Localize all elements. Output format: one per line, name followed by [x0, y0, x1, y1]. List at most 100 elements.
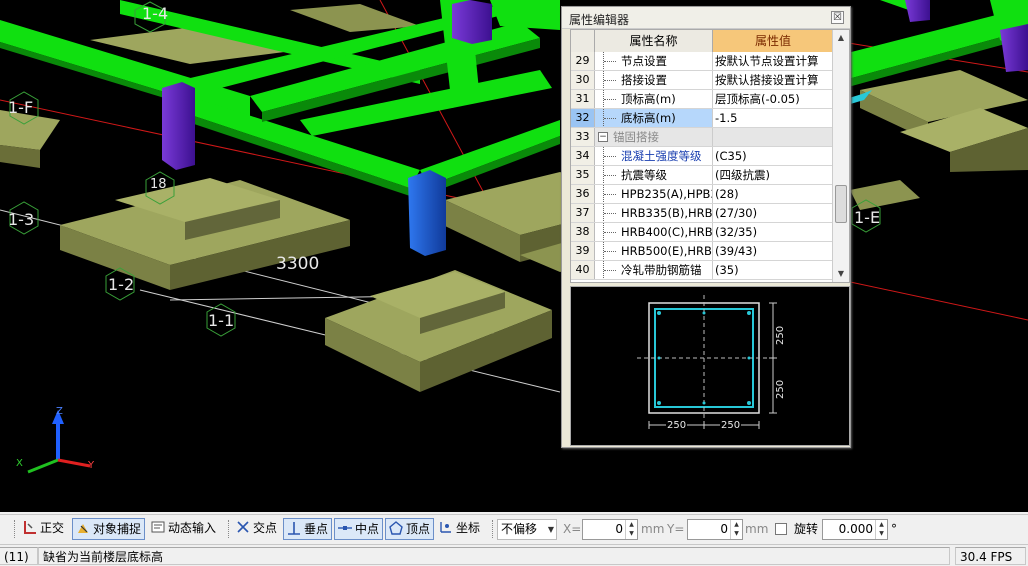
property-row[interactable]: 33− 锚固搭接: [571, 128, 833, 147]
property-row[interactable]: 30 搭接设置 按默认搭接设置计算: [571, 71, 833, 90]
property-row[interactable]: 37 HRB335(B),HRB3 (27/30): [571, 204, 833, 223]
property-row[interactable]: 38 HRB400(C),HRB4 (32/35): [571, 223, 833, 242]
row-number: 34: [571, 147, 595, 165]
row-number: 30: [571, 71, 595, 89]
dim-left: 250: [666, 420, 688, 431]
property-row[interactable]: 35 抗震等级 (四级抗震): [571, 166, 833, 185]
property-name-cell[interactable]: 底标高(m): [595, 109, 713, 127]
y-unit: mm: [745, 522, 769, 536]
vertex-icon: [389, 521, 403, 535]
x-spinner-icon[interactable]: ▲ ▼: [625, 520, 637, 539]
property-row[interactable]: 36 HPB235(A),HPB3 (28): [571, 185, 833, 204]
close-icon[interactable]: ☒: [831, 11, 844, 24]
property-grid-scrollbar[interactable]: ▲ ▼: [832, 30, 849, 282]
section-preview: 250 250 250 250: [570, 286, 850, 446]
property-name: 混凝土强度等级: [621, 149, 702, 163]
section-drawing: [637, 295, 777, 429]
property-value-cell[interactable]: [713, 128, 833, 146]
collapse-icon[interactable]: −: [598, 132, 608, 142]
intersection-snap-button[interactable]: 交点: [233, 518, 280, 540]
property-value-cell[interactable]: 按默认搭接设置计算: [713, 71, 833, 89]
tree-connector: [603, 204, 617, 222]
property-name-cell[interactable]: 混凝土强度等级: [595, 147, 713, 165]
property-value-cell[interactable]: (27/30): [713, 204, 833, 222]
scroll-up-icon[interactable]: ▲: [833, 30, 849, 46]
axis-gizmo: [27, 410, 91, 474]
scroll-thumb[interactable]: [835, 185, 847, 223]
rotate-checkbox[interactable]: [775, 523, 787, 535]
axis-label: 1-2: [108, 275, 135, 294]
vertex-snap-button[interactable]: 顶点: [385, 518, 435, 540]
property-name-cell[interactable]: 冷轧带肋钢筋锚: [595, 261, 713, 279]
property-name-cell[interactable]: HRB500(E),HRB5: [595, 242, 713, 260]
property-name-cell[interactable]: 节点设置: [595, 52, 713, 70]
y-input[interactable]: 0 ▲ ▼: [687, 519, 743, 540]
coordinate-icon: [440, 522, 451, 533]
property-value-input[interactable]: -1.5: [713, 109, 833, 127]
tree-connector: [603, 242, 617, 260]
rotate-spinner-icon[interactable]: ▲ ▼: [875, 520, 887, 539]
column-header-value[interactable]: 属性值: [713, 30, 833, 52]
property-name-cell[interactable]: HRB335(B),HRB3: [595, 204, 713, 222]
object-snap-button[interactable]: 对象捕捉: [72, 518, 146, 540]
property-name-cell[interactable]: 顶标高(m): [595, 90, 713, 108]
scroll-down-icon[interactable]: ▼: [833, 266, 849, 282]
property-value-cell[interactable]: (35): [713, 261, 833, 279]
dynamic-input-button[interactable]: 动态输入: [148, 518, 219, 540]
property-editor-panel[interactable]: 属性编辑器 ☒ 属性名称 属性值 29 节点设置 按默认节点设置计算 30 搭接设置 按默…: [561, 6, 851, 448]
property-row[interactable]: 32 底标高(m) -1.5: [571, 109, 833, 128]
chevron-down-icon: ▼: [547, 525, 554, 534]
property-name: HRB400(C),HRB4: [621, 225, 713, 239]
ortho-button[interactable]: 正交: [20, 518, 67, 540]
property-value-cell[interactable]: (C35): [713, 147, 833, 165]
midpoint-label: 中点: [355, 522, 380, 536]
property-name: HRB335(B),HRB3: [621, 206, 713, 220]
tree-connector: [603, 166, 617, 184]
offset-mode-select[interactable]: 不偏移 ▼: [497, 519, 557, 540]
tree-connector: [603, 52, 617, 70]
row-number: 40: [571, 261, 595, 279]
property-value-cell[interactable]: (四级抗震): [713, 166, 833, 184]
property-value-cell[interactable]: 层顶标高(-0.05): [713, 90, 833, 108]
y-spinner-icon[interactable]: ▲ ▼: [730, 520, 742, 539]
property-name-cell[interactable]: 抗震等级: [595, 166, 713, 184]
perpendicular-snap-button[interactable]: 垂点: [283, 518, 333, 540]
coordinate-snap-button[interactable]: 坐标: [436, 518, 483, 540]
property-row[interactable]: 29 节点设置 按默认节点设置计算: [571, 52, 833, 71]
row-number: 33: [571, 128, 595, 146]
degree-unit: °: [891, 522, 897, 536]
x-unit: mm: [641, 522, 665, 536]
midpoint-snap-button[interactable]: 中点: [334, 518, 384, 540]
grid-header: 属性名称 属性值: [571, 30, 833, 52]
ortho-icon: [24, 521, 36, 534]
property-editor-title: 属性编辑器: [569, 13, 630, 27]
property-value-cell[interactable]: (39/43): [713, 242, 833, 260]
3d-viewport[interactable]: 1-4 1-F 1-3 1-2 1-1 1-E 3300 18 Z X Y 属性…: [0, 0, 1028, 512]
property-value-cell[interactable]: (32/35): [713, 223, 833, 241]
property-row[interactable]: 40 冷轧带肋钢筋锚 (35): [571, 261, 833, 280]
property-name-cell[interactable]: HPB235(A),HPB3: [595, 185, 713, 203]
property-name: HPB235(A),HPB3: [621, 187, 713, 201]
property-name-cell[interactable]: − 锚固搭接: [595, 128, 713, 146]
property-value-cell[interactable]: (28): [713, 185, 833, 203]
x-input[interactable]: 0 ▲ ▼: [582, 519, 638, 540]
intersection-label: 交点: [253, 521, 278, 535]
property-row[interactable]: 39 HRB500(E),HRB5 (39/43): [571, 242, 833, 261]
property-row[interactable]: 31 顶标高(m) 层顶标高(-0.05): [571, 90, 833, 109]
property-editor-titlebar[interactable]: 属性编辑器 ☒: [562, 7, 850, 29]
property-row[interactable]: 34 混凝土强度等级 (C35): [571, 147, 833, 166]
property-name: 节点设置: [621, 54, 667, 68]
column-header-name[interactable]: 属性名称: [595, 30, 713, 52]
property-name-cell[interactable]: 搭接设置: [595, 71, 713, 89]
dimension-label-small: 18: [150, 177, 167, 192]
property-value-cell[interactable]: 按默认节点设置计算: [713, 52, 833, 70]
property-name: 底标高(m): [621, 111, 676, 125]
row-number: 31: [571, 90, 595, 108]
model-scene: [0, 0, 1028, 474]
row-number: 36: [571, 185, 595, 203]
property-name: 冷轧带肋钢筋锚: [621, 263, 702, 277]
property-grid[interactable]: 属性名称 属性值 29 节点设置 按默认节点设置计算 30 搭接设置 按默认搭接设置计算 3…: [570, 29, 850, 283]
property-name-cell[interactable]: HRB400(C),HRB4: [595, 223, 713, 241]
snap-toolbar: 正交 对象捕捉 动态输入 交点 垂点 中点 顶点 坐标 不偏移 ▼ X= 0 ▲ ▼ …: [0, 514, 1028, 543]
rotate-input[interactable]: 0.000 ▲ ▼: [822, 519, 888, 540]
